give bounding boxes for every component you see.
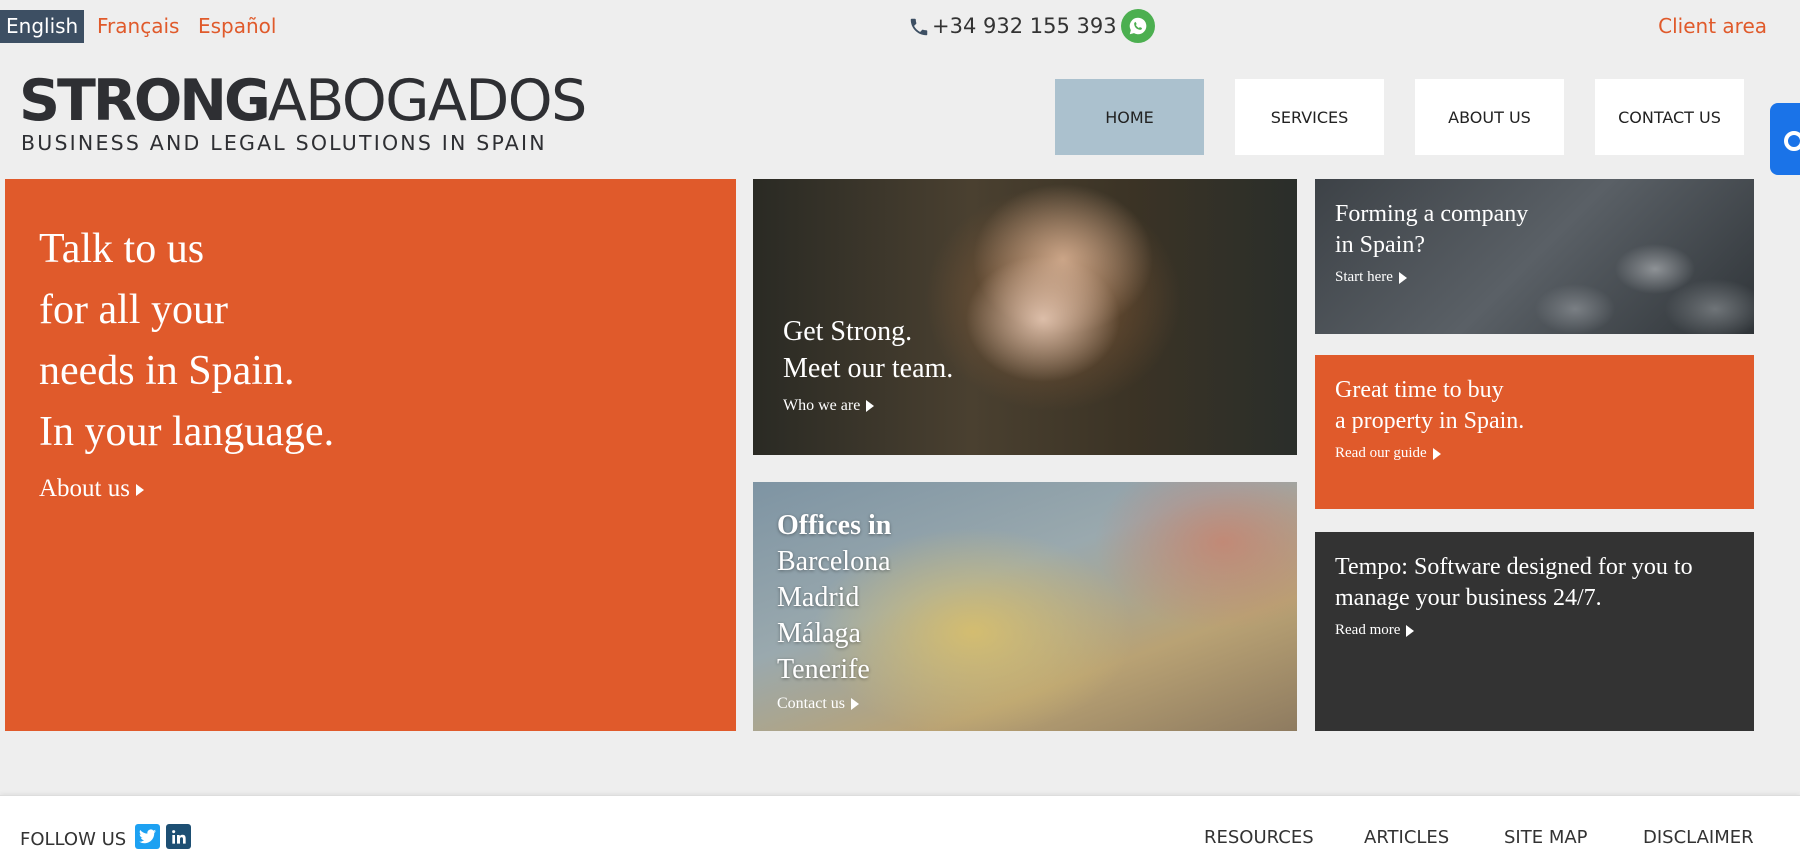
read-more-label: Read more [1335,622,1401,638]
whatsapp-icon[interactable] [1121,9,1155,43]
tile-main-line: for all your [39,287,228,333]
footer-resources-link[interactable]: RESOURCES [1204,827,1314,848]
who-we-are-label: Who we are [783,397,861,414]
linkedin-icon[interactable] [166,824,191,849]
arrow-right-icon [866,400,875,413]
nav-services[interactable]: SERVICES [1235,79,1384,155]
start-here-link[interactable]: Start here [1335,269,1407,286]
office-city: Málaga [777,618,861,649]
tile-tempo[interactable]: Tempo: Software designed for you to mana… [1315,532,1754,731]
tile-offices[interactable]: Offices in Barcelona Madrid Málaga Tener… [753,482,1297,731]
arrow-right-icon [135,484,144,497]
logo-bold: STRONG [19,68,271,134]
chat-widget-tab[interactable] [1770,103,1800,175]
tile-property[interactable]: Great time to buy a property in Spain. R… [1315,355,1754,509]
arrow-right-icon [851,698,859,711]
footer-sitemap-link[interactable]: SITE MAP [1504,827,1588,848]
tile-team-line: Get Strong. [783,316,913,347]
footer-disclaimer-link[interactable]: DISCLAIMER [1643,827,1754,848]
office-city: Madrid [777,582,860,613]
office-city: Tenerife [777,654,870,685]
read-more-link[interactable]: Read more [1335,622,1415,639]
lang-espanol[interactable]: Español [198,10,276,43]
tile-talk-to-us[interactable]: Talk to us for all your needs in Spain. … [5,179,736,731]
tile-tempo-line: Tempo: Software designed for you to [1335,554,1693,580]
tile-company-line: Forming a company [1335,201,1529,227]
tile-tempo-line: manage your business 24/7. [1335,585,1602,611]
footer: FOLLOW US RESOURCES ARTICLES SITE MAP DI… [0,795,1800,867]
tile-forming-company[interactable]: Forming a company in Spain? Start here [1315,179,1754,334]
nav-contact-us[interactable]: CONTACT US [1595,79,1744,155]
logo-light: ABOGADOS [267,68,588,134]
contact-us-link[interactable]: Contact us [777,695,859,713]
logo-tagline: BUSINESS AND LEGAL SOLUTIONS IN SPAIN [21,131,547,155]
tile-main-line: needs in Spain. [39,348,295,394]
lang-francais[interactable]: Français [97,10,179,43]
client-area-link[interactable]: Client area [1658,10,1767,43]
about-us-link[interactable]: About us [39,475,144,503]
who-we-are-link[interactable]: Who we are [783,397,875,415]
tile-property-line: Great time to buy [1335,377,1504,403]
read-guide-label: Read our guide [1335,445,1427,461]
arrow-right-icon [1406,624,1415,637]
lang-english[interactable]: English [0,10,85,43]
nav-home[interactable]: HOME [1055,79,1204,155]
tile-team-line: Meet our team. [783,353,954,384]
tile-main-line: In your language. [39,409,335,455]
tile-main-line: Talk to us [39,226,205,272]
twitter-icon[interactable] [135,824,160,849]
arrow-right-icon [1398,271,1407,284]
phone-number: +34 932 155 393 [932,14,1117,38]
read-guide-link[interactable]: Read our guide [1335,445,1441,462]
follow-us-label: FOLLOW US [20,829,127,850]
tile-company-line: in Spain? [1335,232,1425,258]
tile-property-line: a property in Spain. [1335,408,1525,434]
contact-us-label: Contact us [777,695,845,712]
about-us-label: About us [39,475,130,502]
arrow-right-icon [1432,447,1441,460]
tile-meet-team[interactable]: Get Strong. Meet our team. Who we are [753,179,1297,455]
office-city: Barcelona [777,546,891,577]
offices-heading: Offices in [777,510,892,541]
chat-icon [1784,131,1800,151]
phone-icon [910,18,928,35]
phone-link[interactable]: +34 932 155 393 [908,10,1117,43]
start-here-label: Start here [1335,269,1393,285]
logo[interactable]: STRONGABOGADOS [19,68,588,134]
nav-about-us[interactable]: ABOUT US [1415,79,1564,155]
footer-articles-link[interactable]: ARTICLES [1364,827,1449,848]
